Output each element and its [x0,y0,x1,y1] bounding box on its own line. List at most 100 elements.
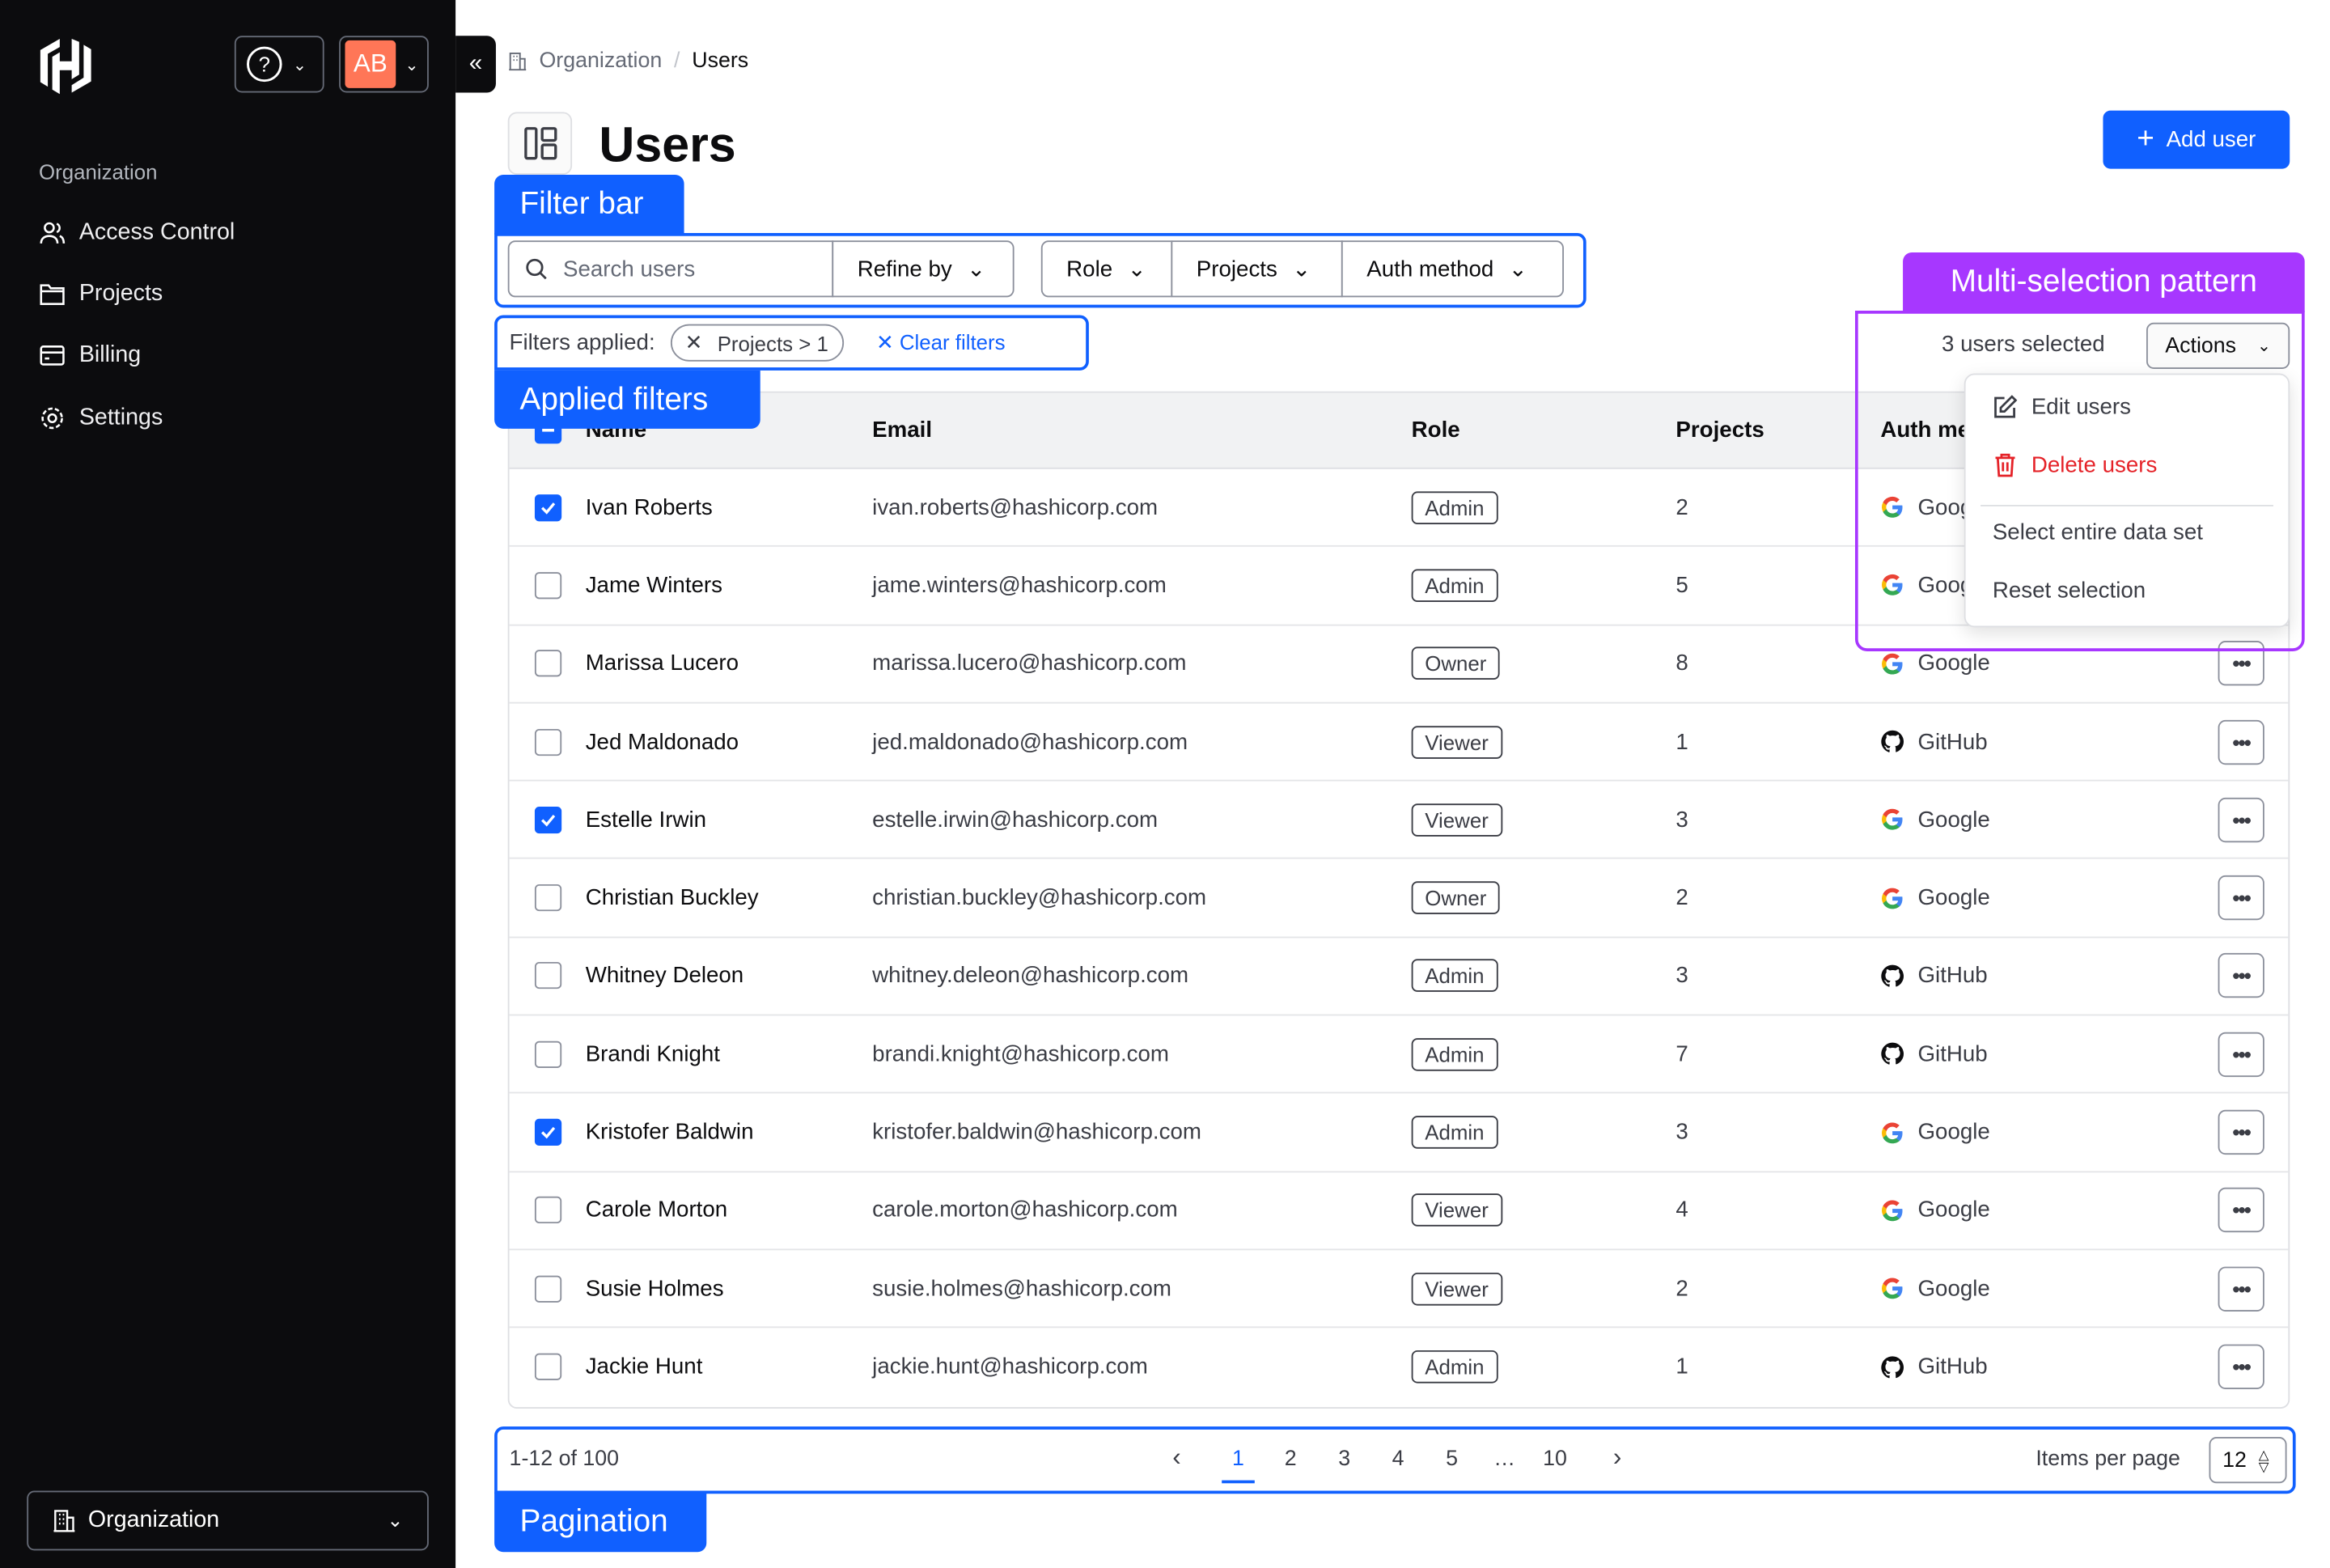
user-email: jackie.hunt@hashicorp.com [872,1354,1148,1380]
help-menu-button[interactable]: ? ⌄ [234,36,324,93]
organization-selector-label: Organization [87,1507,220,1533]
chevron-right-icon[interactable]: › [1613,1443,1621,1473]
filters-applied-label: Filters applied: [509,330,655,356]
sidebar-item-projects[interactable]: Projects [39,281,163,307]
auth-method: GitHub [1880,964,1988,989]
column-header-projects[interactable]: Projects [1675,417,1764,443]
page-button[interactable]: 1 [1222,1447,1255,1484]
menu-item-select-entire-data-set[interactable]: Select entire data set [1993,519,2203,545]
page-button[interactable]: 2 [1285,1447,1297,1472]
user-email: brandi.knight@hashicorp.com [872,1041,1169,1067]
table-row: Susie Holmes susie.holmes@hashicorp.com … [509,1250,2289,1329]
table-row: Marissa Lucero marissa.lucero@hashicorp.… [509,625,2289,704]
project-count: 8 [1675,651,1688,676]
project-count: 5 [1675,572,1688,599]
row-checkbox[interactable] [534,494,562,521]
user-email: christian.buckley@hashicorp.com [872,885,1207,911]
sidebar-item-billing[interactable]: Billing [39,342,141,369]
menu-item-label: Select entire data set [1992,519,2204,545]
row-checkbox[interactable] [534,884,562,912]
menu-item-delete-users[interactable]: Delete users [1993,452,2157,478]
search-input[interactable]: Search users [507,240,834,298]
refine-by-label: Refine by [857,256,952,282]
more-horizontal-icon: ••• [2232,964,2251,989]
row-checkbox[interactable] [534,728,562,756]
close-icon[interactable]: ✕ [685,330,703,355]
user-name: Carole Morton [585,1197,728,1223]
row-actions-button[interactable]: ••• [2218,1345,2264,1390]
row-actions-button[interactable]: ••• [2218,875,2264,921]
row-actions-button[interactable]: ••• [2218,1265,2264,1312]
breadcrumb-organization[interactable]: Organization [539,49,662,74]
refine-by-dropdown[interactable]: Refine by ⌄ [832,240,1015,298]
user-name: Susie Holmes [585,1275,724,1302]
row-actions-button[interactable]: ••• [2218,719,2264,765]
google-icon [1882,1121,1903,1143]
user-email: estelle.irwin@hashicorp.com [872,807,1159,833]
chevron-down-icon: ⌄ [405,56,419,74]
user-email: carole.morton@hashicorp.com [872,1197,1178,1223]
row-checkbox[interactable] [534,1040,562,1068]
items-per-page-label: Items per page [2036,1447,2180,1472]
role-badge: Viewer [1411,1272,1502,1305]
organization-selector[interactable]: Organization ⌄ [27,1490,429,1551]
row-checkbox[interactable] [534,962,562,990]
sidebar-item-settings[interactable]: Settings [39,405,163,431]
plus-icon: + [2137,122,2154,156]
help-icon: ? [246,46,282,83]
clear-filters-label: Clear filters [899,330,1006,354]
sidebar-item-access-control[interactable]: Access Control [39,219,235,246]
add-user-button[interactable]: + Add user [2103,110,2290,169]
auth-method-label: GitHub [1917,1041,1988,1067]
sidebar-item-label: Settings [78,405,163,430]
row-actions-button[interactable]: ••• [2218,1032,2264,1077]
github-icon [1881,730,1904,752]
row-checkbox[interactable] [534,806,562,833]
filter-chip-label: Projects > 1 [717,330,828,355]
close-icon: ✕ [875,330,894,354]
items-per-page-select[interactable]: 12 △ ▽ [2209,1437,2287,1484]
annotation-pagination: Pagination [494,1492,707,1553]
user-menu-button[interactable]: AB ⌄ [339,36,429,93]
page-button[interactable]: 4 [1392,1447,1404,1472]
row-checkbox[interactable] [534,1197,562,1224]
role-filter-dropdown[interactable]: Role ⌄ [1040,240,1173,298]
table-row: Jed Maldonado jed.maldonado@hashicorp.co… [509,703,2289,782]
row-checkbox[interactable] [534,1274,562,1303]
row-checkbox[interactable] [534,650,562,677]
page-button[interactable]: 5 [1446,1447,1458,1472]
role-filter-label: Role [1066,256,1113,282]
svg-text:?: ? [259,54,270,77]
clear-filters-button[interactable]: ✕ Clear filters [876,330,1006,355]
chevron-left-icon[interactable]: ‹ [1172,1443,1180,1473]
column-header-email[interactable]: Email [872,417,932,443]
more-horizontal-icon: ••• [2232,1120,2251,1145]
chevron-up-down-icon: △ ▽ [2258,1447,2269,1474]
column-header-role[interactable]: Role [1412,417,1460,443]
project-count: 3 [1675,963,1688,990]
annotation-applied-filters: Applied filters [494,370,760,429]
row-actions-button[interactable]: ••• [2218,1109,2264,1155]
projects-filter-dropdown[interactable]: Projects ⌄ [1171,240,1343,298]
filter-chip[interactable]: ✕ Projects > 1 [670,324,844,362]
page-button[interactable]: 10 [1543,1447,1567,1472]
row-actions-button[interactable]: ••• [2218,953,2264,999]
user-name: Jame Winters [585,572,722,599]
auth-method-filter-dropdown[interactable]: Auth method ⌄ [1341,240,1564,298]
row-checkbox[interactable] [534,1354,562,1381]
row-checkbox[interactable] [534,571,562,600]
menu-item-edit-users[interactable]: Edit users [1993,394,2131,420]
collapse-sidebar-button[interactable]: « [455,36,496,93]
building-icon [509,52,527,71]
row-actions-button[interactable]: ••• [2218,641,2264,686]
chevron-down-icon: ⌄ [967,256,986,282]
page-button[interactable]: 3 [1338,1447,1350,1472]
menu-item-reset-selection[interactable]: Reset selection [1993,578,2146,603]
auth-method-label: Google [1917,651,1990,676]
chevron-down-icon: ⌄ [292,56,307,74]
row-actions-button[interactable]: ••• [2218,1188,2264,1233]
row-actions-button[interactable]: ••• [2218,797,2264,842]
row-checkbox[interactable] [534,1118,562,1146]
gear-icon [41,407,63,430]
actions-dropdown-button[interactable]: Actions ⌄ [2146,322,2290,370]
